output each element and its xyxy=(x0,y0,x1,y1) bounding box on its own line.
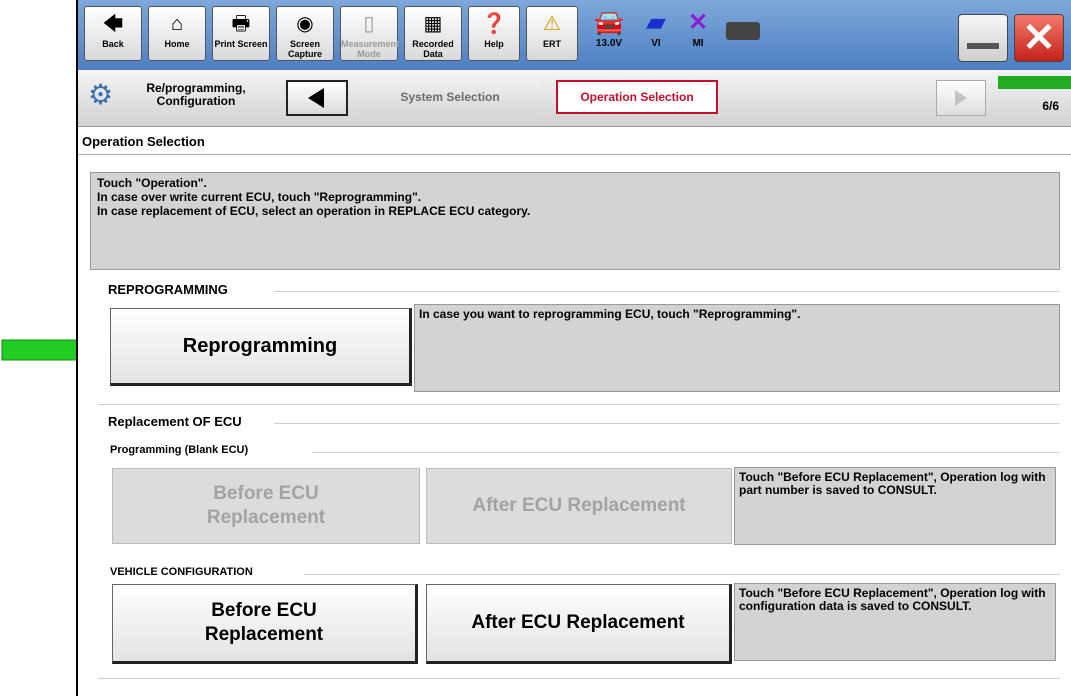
back-arrow-icon: 🡄 xyxy=(102,13,124,35)
reprogramming-group-title: REPROGRAMMING xyxy=(108,282,228,297)
close-icon: ✕ xyxy=(1022,16,1056,60)
group-rule xyxy=(274,291,1060,292)
navigation-bar: ⚙ Re/programming, Configuration System S… xyxy=(78,70,1071,127)
recorded-data-label: Recorded Data xyxy=(412,39,454,59)
vi-status: ▰ VI xyxy=(636,8,676,49)
left-arrow-icon xyxy=(308,88,324,108)
vi-icon: ▰ xyxy=(646,9,666,36)
blank-before-ecu-replacement-button[interactable]: Before ECU Replacement xyxy=(112,468,420,544)
right-arrow-icon xyxy=(955,90,967,106)
warning-icon: ⚠ xyxy=(543,13,561,35)
vehicle-before-ecu-replacement-button[interactable]: Before ECU Replacement xyxy=(112,584,418,664)
measurement-icon: ▯ xyxy=(363,13,375,35)
step-operation-selection: Operation Selection xyxy=(556,80,718,114)
ert-button[interactable]: ⚠ ERT xyxy=(526,6,578,61)
vehicle-after-ecu-replacement-button[interactable]: After ECU Replacement xyxy=(426,584,732,664)
step-system-selection[interactable]: System Selection xyxy=(360,80,540,114)
blank-after-ecu-replacement-button[interactable]: After ECU Replacement xyxy=(426,468,732,544)
group-rule xyxy=(98,678,1060,679)
progress-bar xyxy=(998,76,1071,89)
voltage-label: 13.0V xyxy=(595,38,623,49)
group-rule xyxy=(304,574,1060,575)
mi-icon: ✕ xyxy=(687,9,709,36)
vehicle-configuration-title: VEHICLE CONFIGURATION xyxy=(110,566,253,578)
recorded-data-button[interactable]: ▦ Recorded Data xyxy=(404,6,462,61)
next-step-button[interactable] xyxy=(936,80,986,116)
camera-icon: ◉ xyxy=(296,13,314,35)
instruction-box: Touch "Operation". In case over write cu… xyxy=(90,172,1060,270)
vehicle-configuration-description: Touch "Before ECU Replacement", Operatio… xyxy=(734,583,1056,661)
reprogramming-button[interactable]: Reprogramming xyxy=(110,308,412,386)
back-button[interactable]: 🡄 Back xyxy=(84,6,142,61)
breadcrumb: Re/programming, Configuration xyxy=(146,81,246,108)
battery-voltage-status: 🚘 13.0V xyxy=(586,8,632,49)
home-label: Home xyxy=(164,39,190,49)
minimize-icon xyxy=(967,43,999,49)
previous-step-button[interactable] xyxy=(286,80,348,116)
recorded-data-icon: ▦ xyxy=(423,13,443,35)
help-icon: ❓ xyxy=(481,13,507,35)
close-button[interactable]: ✕ xyxy=(1014,14,1064,62)
print-screen-button[interactable]: 🖶 Print Screen xyxy=(212,6,270,61)
top-toolbar: 🡄 Back ⌂ Home 🖶 Print Screen ◉ Screen Ca… xyxy=(78,0,1071,70)
page-title: Operation Selection xyxy=(82,134,205,149)
group-rule xyxy=(274,423,1060,424)
home-icon: ⌂ xyxy=(170,13,184,35)
mi-status: ✕ MI xyxy=(678,8,718,49)
step-progress: 6/6 xyxy=(998,76,1071,120)
group-rule xyxy=(312,452,1060,453)
replacement-group-title: Replacement OF ECU xyxy=(108,414,242,429)
minimize-button[interactable] xyxy=(958,14,1008,62)
progress-text: 6/6 xyxy=(1042,99,1059,113)
back-label: Back xyxy=(102,39,124,49)
measurement-mode-label: Measurement Mode xyxy=(341,39,400,59)
blank-ecu-description: Touch "Before ECU Replacement", Operatio… xyxy=(734,467,1056,545)
measurement-mode-button[interactable]: ▯ Measurement Mode xyxy=(340,6,400,61)
help-button[interactable]: ❓ Help xyxy=(468,6,520,61)
instruction-line: Touch "Operation". xyxy=(97,176,207,190)
instruction-line: In case replacement of ECU, select an op… xyxy=(97,204,531,218)
vi-label: VI xyxy=(651,38,661,49)
device-status-icon xyxy=(726,22,760,40)
reprogramming-description: In case you want to reprogramming ECU, t… xyxy=(414,304,1060,392)
instruction-line: In case over write current ECU, touch "R… xyxy=(97,190,422,204)
home-button[interactable]: ⌂ Home xyxy=(148,6,206,61)
group-rule xyxy=(98,404,1060,405)
ert-label: ERT xyxy=(543,39,561,49)
divider xyxy=(78,154,1071,155)
car-icon: 🚘 xyxy=(594,9,624,36)
screen-capture-button[interactable]: ◉ Screen Capture xyxy=(276,6,334,61)
programming-blank-ecu-title: Programming (Blank ECU) xyxy=(110,444,249,456)
printer-icon: 🖶 xyxy=(231,13,251,35)
mi-label: MI xyxy=(692,38,704,49)
help-label: Help xyxy=(484,39,504,49)
print-screen-label: Print Screen xyxy=(214,39,268,49)
consult-window: 🡄 Back ⌂ Home 🖶 Print Screen ◉ Screen Ca… xyxy=(76,0,1071,696)
screen-capture-label: Screen Capture xyxy=(287,39,322,59)
reprogramming-icon: ⚙ xyxy=(88,79,114,110)
